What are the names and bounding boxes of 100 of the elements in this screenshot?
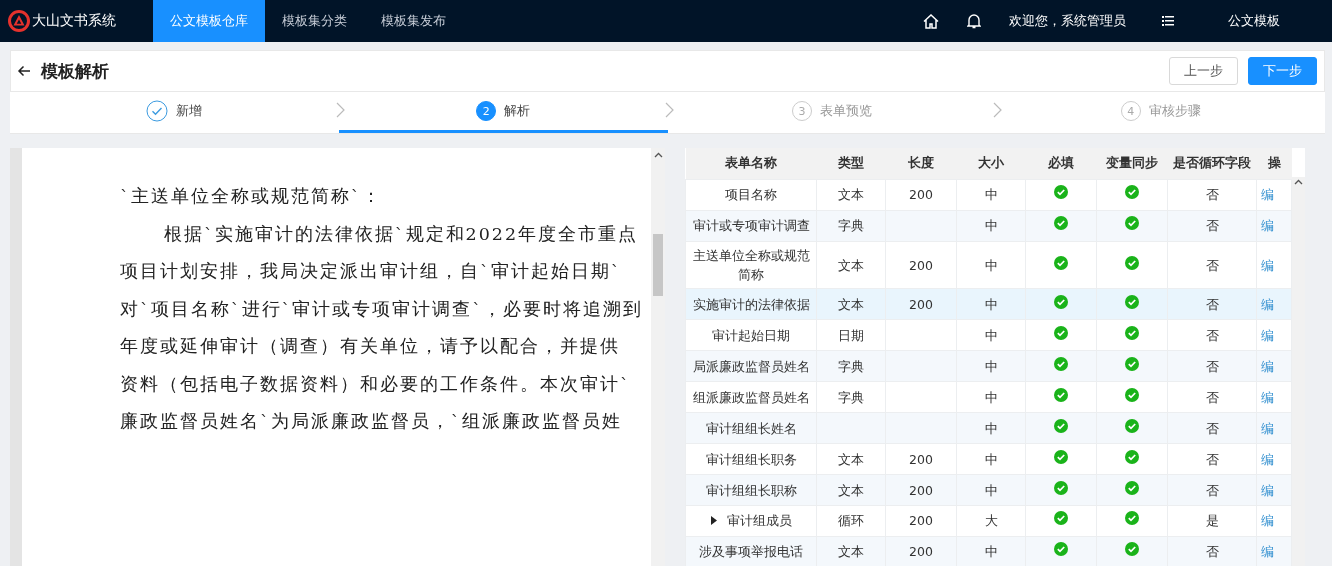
table-cell-text: 主送单位全称或规范简称 <box>691 247 811 285</box>
edit-link[interactable]: 编 <box>1261 544 1274 560</box>
table-cell-text: 实施审计的法律依据 <box>692 295 810 314</box>
column-header: 必填 <box>1025 148 1097 180</box>
expand-caret-icon[interactable] <box>710 516 717 526</box>
column-header: 变量同步 <box>1096 148 1168 180</box>
table-cell: 中 <box>984 482 998 498</box>
table-cell-text: 审计或专项审计调查 <box>692 217 810 236</box>
step-label[interactable]: 表单预览 <box>819 102 872 120</box>
document-line: 廉政监督员姓名`为局派廉政监督员，`组派廉政监督员姓 <box>120 410 623 433</box>
nav-tab[interactable]: 模板集发布 <box>364 0 463 42</box>
table-cell: 否 <box>1205 544 1219 560</box>
scroll-up-icon[interactable] <box>1294 179 1303 185</box>
chevron-icon <box>664 102 674 118</box>
step-number: 3 <box>791 101 812 121</box>
table-cell: 否 <box>1205 358 1219 374</box>
bell-icon[interactable] <box>967 13 981 29</box>
table-cell: 文本 <box>838 482 864 498</box>
nav-tab[interactable]: 公文模板仓库 <box>153 0 265 42</box>
edit-link[interactable]: 编 <box>1261 451 1274 467</box>
table-cell: 200 <box>909 187 933 203</box>
table-cell-text: 组派廉政监督员姓名 <box>692 388 810 407</box>
table-cell: 文本 <box>838 296 864 312</box>
edit-link[interactable]: 编 <box>1261 257 1274 273</box>
table-cell: 200 <box>909 513 933 529</box>
document-line: `主送单位全称或规范简称`： <box>120 185 383 208</box>
module-link[interactable]: 公文模板 <box>1188 0 1332 42</box>
step-number: 2 <box>476 101 497 121</box>
chevron-icon <box>993 102 1003 118</box>
table-cell-text: 局派廉政监督员姓名 <box>692 357 810 376</box>
table-cell: 字典 <box>838 358 864 374</box>
step-label[interactable]: 新增 <box>176 102 203 120</box>
edit-link[interactable]: 编 <box>1261 296 1274 312</box>
table-cell: 否 <box>1205 451 1219 467</box>
table-cell: 否 <box>1205 296 1219 312</box>
table-cell: 200 <box>909 296 933 312</box>
column-header: 长度 <box>885 148 957 180</box>
table-cell: 中 <box>984 420 998 436</box>
table-cell: 200 <box>909 482 933 498</box>
table-cell: 是 <box>1205 513 1219 529</box>
column-header: 是否循环字段 <box>1167 148 1257 180</box>
edit-link[interactable]: 编 <box>1261 187 1274 203</box>
table-cell: 中 <box>984 451 998 467</box>
table-cell: 日期 <box>838 327 864 343</box>
table-cell: 文本 <box>838 257 864 273</box>
scroll-up-icon[interactable] <box>653 152 663 158</box>
table-cell: 中 <box>984 358 998 374</box>
document-line: 根据`实施审计的法律依据`规定和2022年度全市重点 <box>163 222 640 246</box>
table-cell: 否 <box>1205 482 1219 498</box>
list-icon[interactable] <box>1162 16 1174 26</box>
home-icon[interactable] <box>923 13 939 29</box>
document-line: 年度或延伸审计（调查）有关单位，请予以配合，并提供 <box>120 335 621 358</box>
table-cell: 中 <box>984 187 998 203</box>
table-cell: 200 <box>909 257 933 273</box>
table-cell: 中 <box>984 327 998 343</box>
table-cell-text: 审计组成员 <box>726 512 792 531</box>
step-label[interactable]: 解析 <box>504 102 531 120</box>
next-step-button[interactable]: 下一步 <box>1248 57 1317 85</box>
document-line: 资料（包括电子数据资料）和必要的工作条件。本次审计` <box>120 372 632 396</box>
table-cell-text: 审计组组长职称 <box>705 481 797 500</box>
previous-step-button[interactable]: 上一步 <box>1169 57 1238 85</box>
nav-tab[interactable]: 模板集分类 <box>265 0 364 42</box>
edit-link[interactable]: 编 <box>1261 327 1274 343</box>
table-cell: 文本 <box>838 187 864 203</box>
table-cell: 中 <box>984 218 998 234</box>
back-arrow-icon[interactable] <box>17 65 31 77</box>
table-cell: 200 <box>909 544 933 560</box>
table-cell: 字典 <box>838 218 864 234</box>
edit-link[interactable]: 编 <box>1261 420 1274 436</box>
table-cell: 大 <box>984 513 998 529</box>
table-cell: 否 <box>1205 218 1219 234</box>
table-cell: 否 <box>1205 420 1219 436</box>
table-cell-text: 审计起始日期 <box>712 326 790 345</box>
table-cell: 200 <box>909 451 933 467</box>
table-cell: 中 <box>984 544 998 560</box>
column-header: 操 <box>1256 148 1292 180</box>
column-header: 大小 <box>956 148 1026 180</box>
edit-link[interactable]: 编 <box>1261 389 1274 405</box>
brand-name: 大山文书系统 <box>32 12 116 30</box>
table-cell: 否 <box>1205 257 1219 273</box>
edit-link[interactable]: 编 <box>1261 358 1274 374</box>
table-cell: 中 <box>984 389 998 405</box>
edit-link[interactable]: 编 <box>1261 218 1274 234</box>
edit-link[interactable]: 编 <box>1261 482 1274 498</box>
logo-icon <box>8 10 30 32</box>
table-cell: 字典 <box>838 389 864 405</box>
step-label[interactable]: 审核步骤 <box>1148 102 1201 120</box>
document-line: 对`项目名称`进行`审计或专项审计调查`，必要时将追溯到 <box>120 297 644 321</box>
document-line: 项目计划安排，我局决定派出审计组，自`审计起始日期` <box>120 260 623 283</box>
table-cell: 中 <box>984 296 998 312</box>
page-title: 模板解析 <box>41 59 109 83</box>
table-cell: 循环 <box>838 513 864 529</box>
table-cell: 否 <box>1205 327 1219 343</box>
edit-link[interactable]: 编 <box>1261 513 1274 529</box>
table-cell: 文本 <box>838 451 864 467</box>
table-cell: 中 <box>984 257 998 273</box>
table-cell-text: 审计组组长姓名 <box>705 419 797 438</box>
chevron-icon <box>335 102 345 118</box>
table-cell: 否 <box>1205 389 1219 405</box>
scrollbar-thumb[interactable] <box>653 234 663 296</box>
